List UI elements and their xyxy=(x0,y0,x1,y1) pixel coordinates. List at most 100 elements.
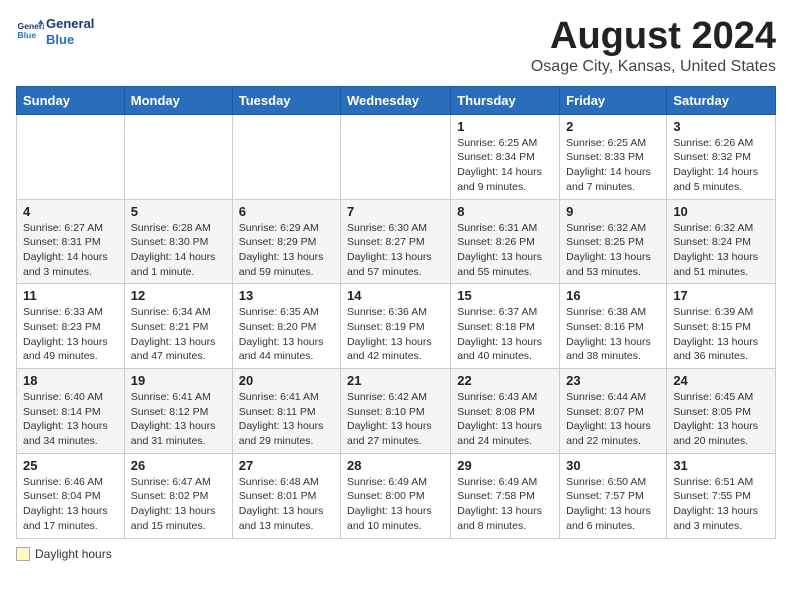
day-number: 4 xyxy=(23,204,118,219)
calendar-cell: 4 Sunrise: 6:27 AM Sunset: 8:31 PM Daylig… xyxy=(17,199,125,284)
calendar-cell: 5 Sunrise: 6:28 AM Sunset: 8:30 PM Daylig… xyxy=(124,199,232,284)
calendar-cell: 17 Sunrise: 6:39 AM Sunset: 8:15 PM Dayli… xyxy=(667,284,776,369)
day-number: 25 xyxy=(23,458,118,473)
day-info: Sunrise: 6:33 AM Sunset: 8:23 PM Dayligh… xyxy=(23,305,118,364)
day-number: 22 xyxy=(457,373,553,388)
day-info: Sunrise: 6:37 AM Sunset: 8:18 PM Dayligh… xyxy=(457,305,553,364)
calendar-cell xyxy=(124,114,232,199)
day-number: 28 xyxy=(347,458,444,473)
calendar-cell xyxy=(17,114,125,199)
legend: Daylight hours xyxy=(16,547,776,561)
svg-text:Blue: Blue xyxy=(18,30,37,40)
day-info: Sunrise: 6:44 AM Sunset: 8:07 PM Dayligh… xyxy=(566,390,660,449)
day-info: Sunrise: 6:34 AM Sunset: 8:21 PM Dayligh… xyxy=(131,305,226,364)
main-title: August 2024 xyxy=(531,16,776,58)
day-number: 9 xyxy=(566,204,660,219)
day-number: 12 xyxy=(131,288,226,303)
calendar-cell: 1Sunrise: 6:25 AM Sunset: 8:34 PM Daylig… xyxy=(451,114,560,199)
logo-icon: General Blue xyxy=(16,18,44,46)
day-info: Sunrise: 6:26 AM Sunset: 8:32 PM Dayligh… xyxy=(673,136,769,195)
day-info: Sunrise: 6:45 AM Sunset: 8:05 PM Dayligh… xyxy=(673,390,769,449)
calendar-header-row: SundayMondayTuesdayWednesdayThursdayFrid… xyxy=(17,86,776,114)
legend-item-daylight: Daylight hours xyxy=(16,547,112,561)
day-number: 11 xyxy=(23,288,118,303)
column-header-saturday: Saturday xyxy=(667,86,776,114)
day-info: Sunrise: 6:50 AM Sunset: 7:57 PM Dayligh… xyxy=(566,475,660,534)
day-info: Sunrise: 6:51 AM Sunset: 7:55 PM Dayligh… xyxy=(673,475,769,534)
day-info: Sunrise: 6:49 AM Sunset: 7:58 PM Dayligh… xyxy=(457,475,553,534)
day-number: 15 xyxy=(457,288,553,303)
day-number: 30 xyxy=(566,458,660,473)
title-section: August 2024 Osage City, Kansas, United S… xyxy=(531,16,776,76)
day-number: 27 xyxy=(239,458,334,473)
calendar-cell xyxy=(232,114,340,199)
day-number: 13 xyxy=(239,288,334,303)
day-info: Sunrise: 6:40 AM Sunset: 8:14 PM Dayligh… xyxy=(23,390,118,449)
day-number: 5 xyxy=(131,204,226,219)
day-number: 23 xyxy=(566,373,660,388)
calendar-cell: 31 Sunrise: 6:51 AM Sunset: 7:55 PM Dayli… xyxy=(667,453,776,538)
day-info: Sunrise: 6:47 AM Sunset: 8:02 PM Dayligh… xyxy=(131,475,226,534)
calendar-week-row: 11 Sunrise: 6:33 AM Sunset: 8:23 PM Dayli… xyxy=(17,284,776,369)
calendar-cell: 13 Sunrise: 6:35 AM Sunset: 8:20 PM Dayli… xyxy=(232,284,340,369)
day-info: Sunrise: 6:27 AM Sunset: 8:31 PM Dayligh… xyxy=(23,221,118,280)
day-number: 19 xyxy=(131,373,226,388)
calendar-cell: 2 Sunrise: 6:25 AM Sunset: 8:33 PM Daylig… xyxy=(560,114,667,199)
calendar-cell: 23 Sunrise: 6:44 AM Sunset: 8:07 PM Dayli… xyxy=(560,369,667,454)
day-number: 31 xyxy=(673,458,769,473)
header: General Blue General Blue August 2024 Os… xyxy=(16,16,776,76)
calendar-cell xyxy=(341,114,451,199)
day-number: 20 xyxy=(239,373,334,388)
calendar-cell: 25 Sunrise: 6:46 AM Sunset: 8:04 PM Dayli… xyxy=(17,453,125,538)
day-number: 10 xyxy=(673,204,769,219)
calendar-cell: 3 Sunrise: 6:26 AM Sunset: 8:32 PM Daylig… xyxy=(667,114,776,199)
column-header-wednesday: Wednesday xyxy=(341,86,451,114)
logo: General Blue General Blue xyxy=(16,16,94,47)
day-number: 3 xyxy=(673,119,769,134)
calendar-week-row: 1Sunrise: 6:25 AM Sunset: 8:34 PM Daylig… xyxy=(17,114,776,199)
legend-color-box xyxy=(16,547,30,561)
calendar-cell: 7Sunrise: 6:30 AM Sunset: 8:27 PM Daylig… xyxy=(341,199,451,284)
calendar-cell: 27Sunrise: 6:48 AM Sunset: 8:01 PM Dayli… xyxy=(232,453,340,538)
column-header-friday: Friday xyxy=(560,86,667,114)
calendar-cell: 16Sunrise: 6:38 AM Sunset: 8:16 PM Dayli… xyxy=(560,284,667,369)
calendar-week-row: 18 Sunrise: 6:40 AM Sunset: 8:14 PM Dayli… xyxy=(17,369,776,454)
column-header-monday: Monday xyxy=(124,86,232,114)
calendar-cell: 19 Sunrise: 6:41 AM Sunset: 8:12 PM Dayli… xyxy=(124,369,232,454)
calendar-cell: 30 Sunrise: 6:50 AM Sunset: 7:57 PM Dayli… xyxy=(560,453,667,538)
calendar-cell: 12 Sunrise: 6:34 AM Sunset: 8:21 PM Dayli… xyxy=(124,284,232,369)
day-number: 6 xyxy=(239,204,334,219)
calendar-cell: 11 Sunrise: 6:33 AM Sunset: 8:23 PM Dayli… xyxy=(17,284,125,369)
calendar-week-row: 25 Sunrise: 6:46 AM Sunset: 8:04 PM Dayli… xyxy=(17,453,776,538)
calendar-cell: 15 Sunrise: 6:37 AM Sunset: 8:18 PM Dayli… xyxy=(451,284,560,369)
column-header-tuesday: Tuesday xyxy=(232,86,340,114)
day-number: 2 xyxy=(566,119,660,134)
day-number: 29 xyxy=(457,458,553,473)
subtitle: Osage City, Kansas, United States xyxy=(531,58,776,76)
day-info: Sunrise: 6:31 AM Sunset: 8:26 PM Dayligh… xyxy=(457,221,553,280)
column-header-sunday: Sunday xyxy=(17,86,125,114)
day-info: Sunrise: 6:35 AM Sunset: 8:20 PM Dayligh… xyxy=(239,305,334,364)
calendar-cell: 6 Sunrise: 6:29 AM Sunset: 8:29 PM Daylig… xyxy=(232,199,340,284)
day-info: Sunrise: 6:32 AM Sunset: 8:25 PM Dayligh… xyxy=(566,221,660,280)
day-number: 8 xyxy=(457,204,553,219)
calendar-table: SundayMondayTuesdayWednesdayThursdayFrid… xyxy=(16,86,776,539)
day-info: Sunrise: 6:41 AM Sunset: 8:12 PM Dayligh… xyxy=(131,390,226,449)
day-number: 24 xyxy=(673,373,769,388)
day-info: Sunrise: 6:42 AM Sunset: 8:10 PM Dayligh… xyxy=(347,390,444,449)
calendar-cell: 26Sunrise: 6:47 AM Sunset: 8:02 PM Dayli… xyxy=(124,453,232,538)
day-number: 16 xyxy=(566,288,660,303)
column-header-thursday: Thursday xyxy=(451,86,560,114)
day-number: 18 xyxy=(23,373,118,388)
calendar-week-row: 4 Sunrise: 6:27 AM Sunset: 8:31 PM Daylig… xyxy=(17,199,776,284)
day-info: Sunrise: 6:46 AM Sunset: 8:04 PM Dayligh… xyxy=(23,475,118,534)
calendar-cell: 22Sunrise: 6:43 AM Sunset: 8:08 PM Dayli… xyxy=(451,369,560,454)
day-info: Sunrise: 6:28 AM Sunset: 8:30 PM Dayligh… xyxy=(131,221,226,280)
day-info: Sunrise: 6:39 AM Sunset: 8:15 PM Dayligh… xyxy=(673,305,769,364)
day-info: Sunrise: 6:32 AM Sunset: 8:24 PM Dayligh… xyxy=(673,221,769,280)
day-number: 21 xyxy=(347,373,444,388)
day-info: Sunrise: 6:25 AM Sunset: 8:33 PM Dayligh… xyxy=(566,136,660,195)
day-info: Sunrise: 6:29 AM Sunset: 8:29 PM Dayligh… xyxy=(239,221,334,280)
calendar-cell: 18 Sunrise: 6:40 AM Sunset: 8:14 PM Dayli… xyxy=(17,369,125,454)
day-number: 17 xyxy=(673,288,769,303)
